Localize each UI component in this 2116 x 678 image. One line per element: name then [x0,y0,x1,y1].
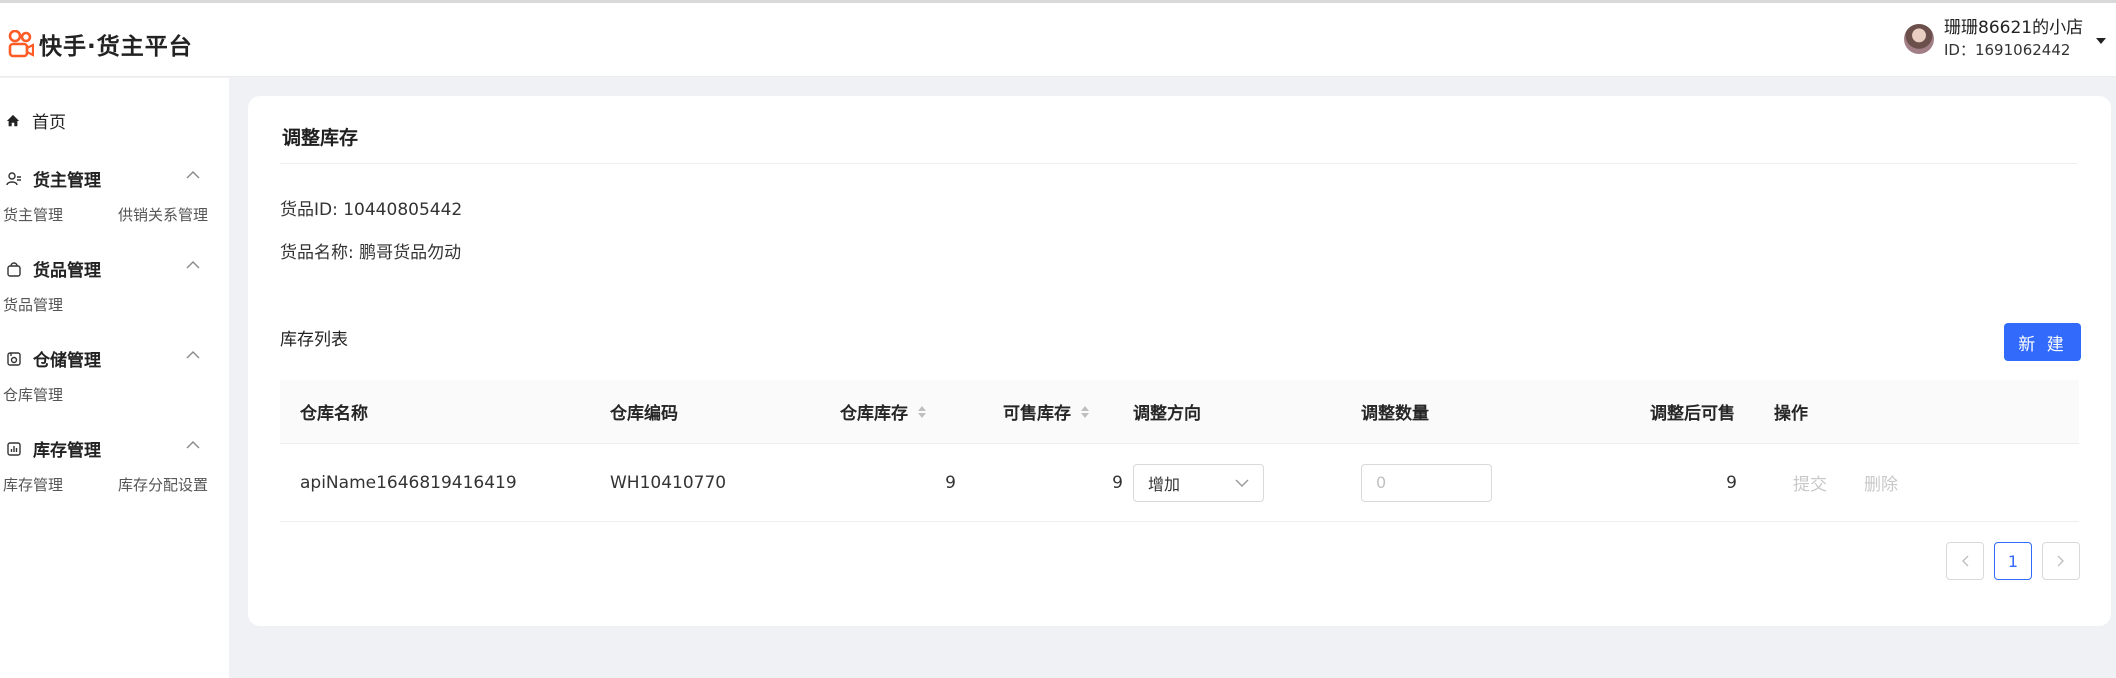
col-after-sellable: 调整后可售 [1650,404,1735,424]
submit-link[interactable]: 提交 [1793,444,1827,521]
chevron-down-icon [1235,479,1249,487]
sidebar-group-label: 仓储管理 [33,351,101,371]
stock-list-title: 库存列表 [280,330,348,350]
sidebar-item-inventory-allocation[interactable]: 库存分配设置 [118,474,208,495]
user-icon [6,171,21,185]
user-name: 珊珊86621的小店 [1944,18,2084,38]
col-sellable-stock-label: 可售库存 [1003,404,1071,424]
caret-down-icon[interactable] [2096,38,2106,44]
cell-sellable-stock: 9 [1112,472,1123,493]
sidebar: 首页 货主管理 货主管理 供销关系管理 货品管理 货品管理 仓储管理 仓库管理 … [0,78,229,678]
sidebar-group-label: 库存管理 [33,441,101,461]
col-direction: 调整方向 [1133,404,1201,424]
delete-link[interactable]: 删除 [1864,444,1898,521]
sidebar-item-shipper-manage[interactable]: 货主管理 [3,204,118,225]
chevron-up-icon [186,261,200,269]
chevron-right-icon [2057,555,2064,567]
chevron-up-icon [186,441,200,449]
sidebar-subitems: 仓库管理 [3,384,63,405]
submit-link-label: 提交 [1793,475,1827,495]
stock-table: 仓库名称 仓库编码 仓库库存 可售库存 调整方向 调整数量 调整后可售 操作 a… [280,380,2079,522]
col-warehouse-stock[interactable]: 仓库库存 [840,380,926,443]
sidebar-item-home[interactable]: 首页 [6,108,66,133]
app-logo[interactable]: 快手·货主平台 [8,27,193,61]
sidebar-group-warehouse[interactable]: 仓储管理 [6,346,206,371]
avatar [1904,24,1934,54]
home-icon [6,114,20,126]
col-actions: 操作 [1774,404,1808,424]
sidebar-group-label: 货品管理 [33,261,101,281]
sidebar-subitems: 货主管理 供销关系管理 [3,204,208,225]
table-header: 仓库名称 仓库编码 仓库库存 可售库存 调整方向 调整数量 调整后可售 操作 [280,380,2079,444]
sort-icon[interactable] [1081,405,1089,418]
direction-select-value: 增加 [1148,474,1181,494]
bag-icon [7,261,21,277]
col-warehouse-name: 仓库名称 [300,404,368,424]
table-row: apiName1646819416419 WH10410770 9 9 增加 9… [280,444,2079,522]
col-warehouse-stock-label: 仓库库存 [840,404,908,424]
chart-icon [7,441,21,456]
sidebar-group-inventory[interactable]: 库存管理 [6,436,206,461]
goods-name: 货品名称: 鹏哥货品勿动 [280,243,462,263]
cell-warehouse-name: apiName1646819416419 [300,472,517,493]
col-quantity: 调整数量 [1361,404,1429,424]
sidebar-item-warehouse-manage[interactable]: 仓库管理 [3,384,63,405]
top-header: 快手·货主平台 珊珊86621的小店 ID：1691062442 [0,3,2116,77]
warehouse-icon [7,351,21,366]
quantity-input[interactable] [1361,463,1492,502]
cell-warehouse-stock: 9 [945,472,956,493]
cell-after-sellable: 9 [1726,472,1737,493]
col-warehouse-code: 仓库编码 [610,404,678,424]
page-1-button[interactable]: 1 [1994,542,2032,580]
chevron-left-icon [1962,555,1969,567]
prev-page-button[interactable] [1946,542,1984,580]
cell-warehouse-code: WH10410770 [610,472,727,493]
goods-id: 货品ID: 10440805442 [280,200,463,220]
divider [280,163,2077,164]
kuaishou-logo-icon [8,30,34,58]
col-sellable-stock[interactable]: 可售库存 [1003,380,1089,443]
sidebar-item-inventory-manage[interactable]: 库存管理 [3,474,118,495]
user-id: ID：1691062442 [1944,41,2071,59]
sidebar-group-shipper[interactable]: 货主管理 [6,166,206,191]
quantity-cell [1361,444,1492,521]
user-menu[interactable]: 珊珊86621的小店 ID：1691062442 [1904,17,2083,61]
direction-select[interactable]: 增加 [1133,463,1264,502]
page-title: 调整库存 [282,127,359,149]
sidebar-item-goods-manage[interactable]: 货品管理 [3,294,63,315]
new-button[interactable]: 新 建 [2004,323,2081,361]
chevron-up-icon [186,171,200,179]
sidebar-item-supply-relation[interactable]: 供销关系管理 [118,204,208,225]
direction-cell: 增加 [1133,444,1264,521]
next-page-button[interactable] [2042,542,2080,580]
delete-link-label: 删除 [1864,475,1898,495]
sidebar-subitems: 货品管理 [3,294,63,315]
sidebar-group-goods[interactable]: 货品管理 [6,256,206,281]
sidebar-subitems: 库存管理 库存分配设置 [3,474,208,495]
sidebar-item-label: 首页 [32,113,66,133]
chevron-up-icon [186,351,200,359]
sort-icon[interactable] [918,405,926,418]
adjust-stock-card: 调整库存 货品ID: 10440805442 货品名称: 鹏哥货品勿动 库存列表… [248,96,2111,626]
user-info: 珊珊86621的小店 ID：1691062442 [1944,17,2083,61]
app-title: 快手·货主平台 [39,34,193,60]
sidebar-group-label: 货主管理 [33,171,101,191]
